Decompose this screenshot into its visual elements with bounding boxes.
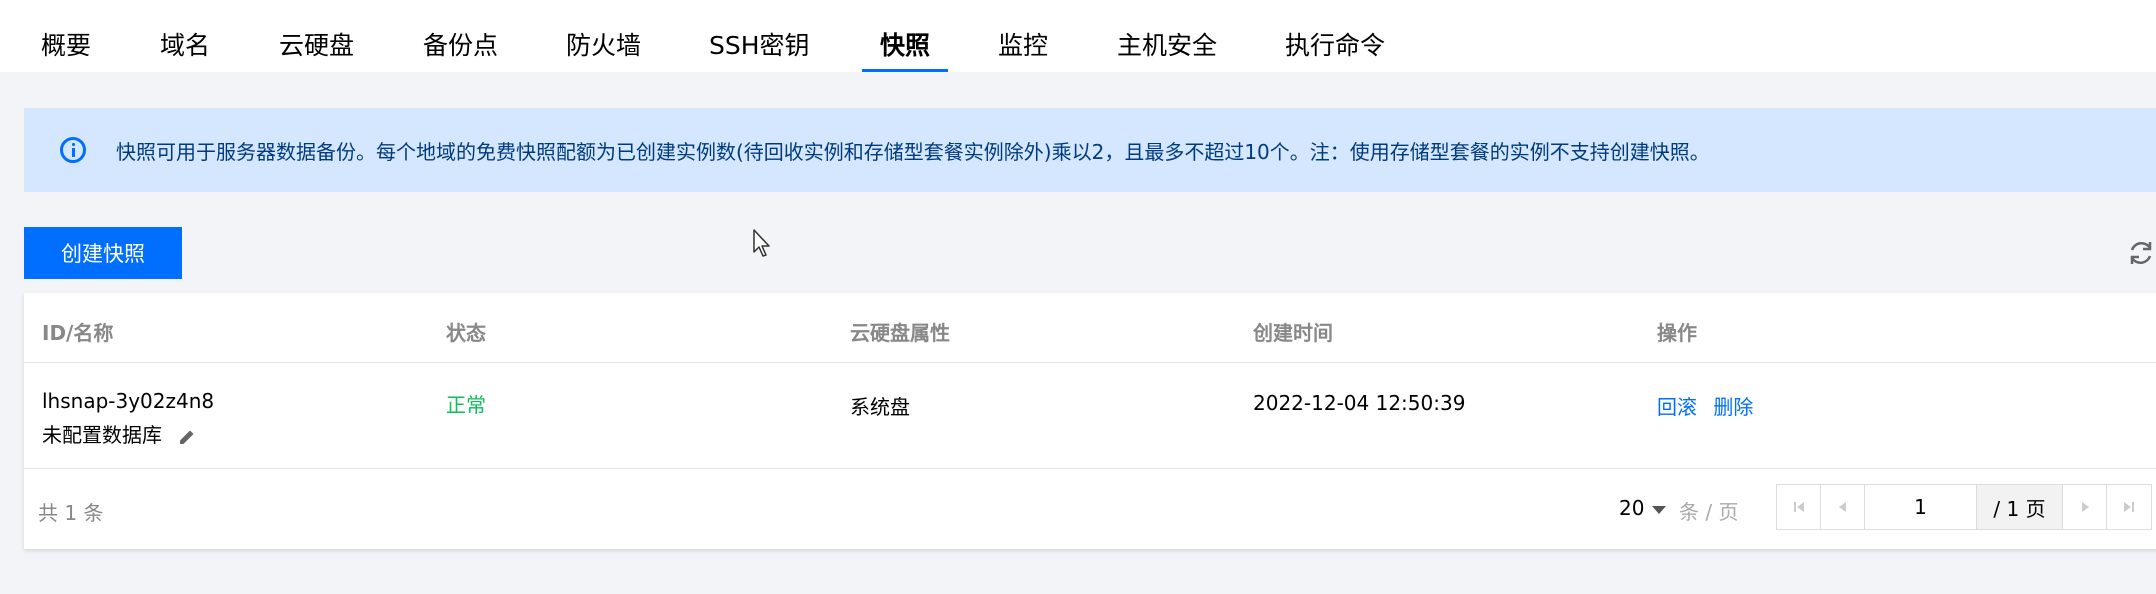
page-size-select[interactable]: 20 xyxy=(1619,496,1667,520)
column-header-created: 创建时间 xyxy=(1253,321,1333,345)
refresh-icon[interactable] xyxy=(2126,238,2156,268)
tab-bar: 概要 域名 云硬盘 备份点 防火墙 SSH密钥 快照 监控 主机安全 执行命令 xyxy=(0,0,2156,72)
tab-overview[interactable]: 概要 xyxy=(41,26,91,72)
total-pages: / 1 页 xyxy=(1977,485,2063,529)
tab-backup[interactable]: 备份点 xyxy=(423,26,498,72)
first-page-icon[interactable] xyxy=(1777,485,1821,529)
pagination: / 1 页 xyxy=(1776,484,2152,530)
column-header-id-name: ID/名称 xyxy=(42,321,114,345)
snapshot-table: ID/名称 状态 云硬盘属性 创建时间 操作 lhsnap-3y02z4n8 未… xyxy=(24,293,2156,549)
column-header-status: 状态 xyxy=(446,321,486,345)
per-page-label: 条 / 页 xyxy=(1679,500,1739,524)
table-header: ID/名称 状态 云硬盘属性 创建时间 操作 xyxy=(24,293,2156,363)
mouse-cursor-icon xyxy=(753,229,770,257)
tab-domain[interactable]: 域名 xyxy=(160,26,210,72)
tab-cloud-disk[interactable]: 云硬盘 xyxy=(279,26,354,72)
tab-snapshot[interactable]: 快照 xyxy=(861,26,949,72)
chevron-down-icon xyxy=(1652,505,1667,514)
info-alert: 快照可用于服务器数据备份。每个地域的免费快照配额为已创建实例数(待回收实例和存储… xyxy=(24,108,2156,192)
table-footer: 共 1 条 20 条 / 页 / 1 页 xyxy=(24,469,2156,549)
next-page-icon[interactable] xyxy=(2063,485,2107,529)
snapshot-id: lhsnap-3y02z4n8 xyxy=(42,389,215,413)
prev-page-icon[interactable] xyxy=(1821,485,1865,529)
disk-type: 系统盘 xyxy=(850,395,910,419)
rollback-link[interactable]: 回滚 xyxy=(1657,395,1697,419)
page-size-value: 20 xyxy=(1619,496,1645,520)
snapshot-name-cell: 未配置数据库 xyxy=(42,419,196,448)
page-number-input[interactable] xyxy=(1865,485,1977,529)
total-count: 共 1 条 xyxy=(38,501,104,525)
edit-pencil-icon[interactable] xyxy=(178,428,196,446)
table-row: lhsnap-3y02z4n8 未配置数据库 正常 系统盘 2022-12-04… xyxy=(24,363,2156,469)
create-snapshot-button[interactable]: 创建快照 xyxy=(24,227,182,279)
created-time: 2022-12-04 12:50:39 xyxy=(1253,391,1466,415)
last-page-icon[interactable] xyxy=(2107,485,2151,529)
info-icon xyxy=(60,137,86,163)
actions-cell: 回滚 删除 xyxy=(1657,391,1753,420)
tab-firewall[interactable]: 防火墙 xyxy=(566,26,641,72)
delete-link[interactable]: 删除 xyxy=(1713,395,1753,419)
tab-ssh-key[interactable]: SSH密钥 xyxy=(709,26,810,72)
snapshot-name: 未配置数据库 xyxy=(42,423,162,447)
alert-text: 快照可用于服务器数据备份。每个地域的免费快照配额为已创建实例数(待回收实例和存储… xyxy=(116,140,1710,164)
tab-monitor[interactable]: 监控 xyxy=(998,26,1048,72)
column-header-actions: 操作 xyxy=(1657,321,1697,345)
column-header-disk-type: 云硬盘属性 xyxy=(850,321,950,345)
tab-run-command[interactable]: 执行命令 xyxy=(1285,26,1385,72)
tab-host-security[interactable]: 主机安全 xyxy=(1117,26,1217,72)
status-text: 正常 xyxy=(446,393,486,417)
